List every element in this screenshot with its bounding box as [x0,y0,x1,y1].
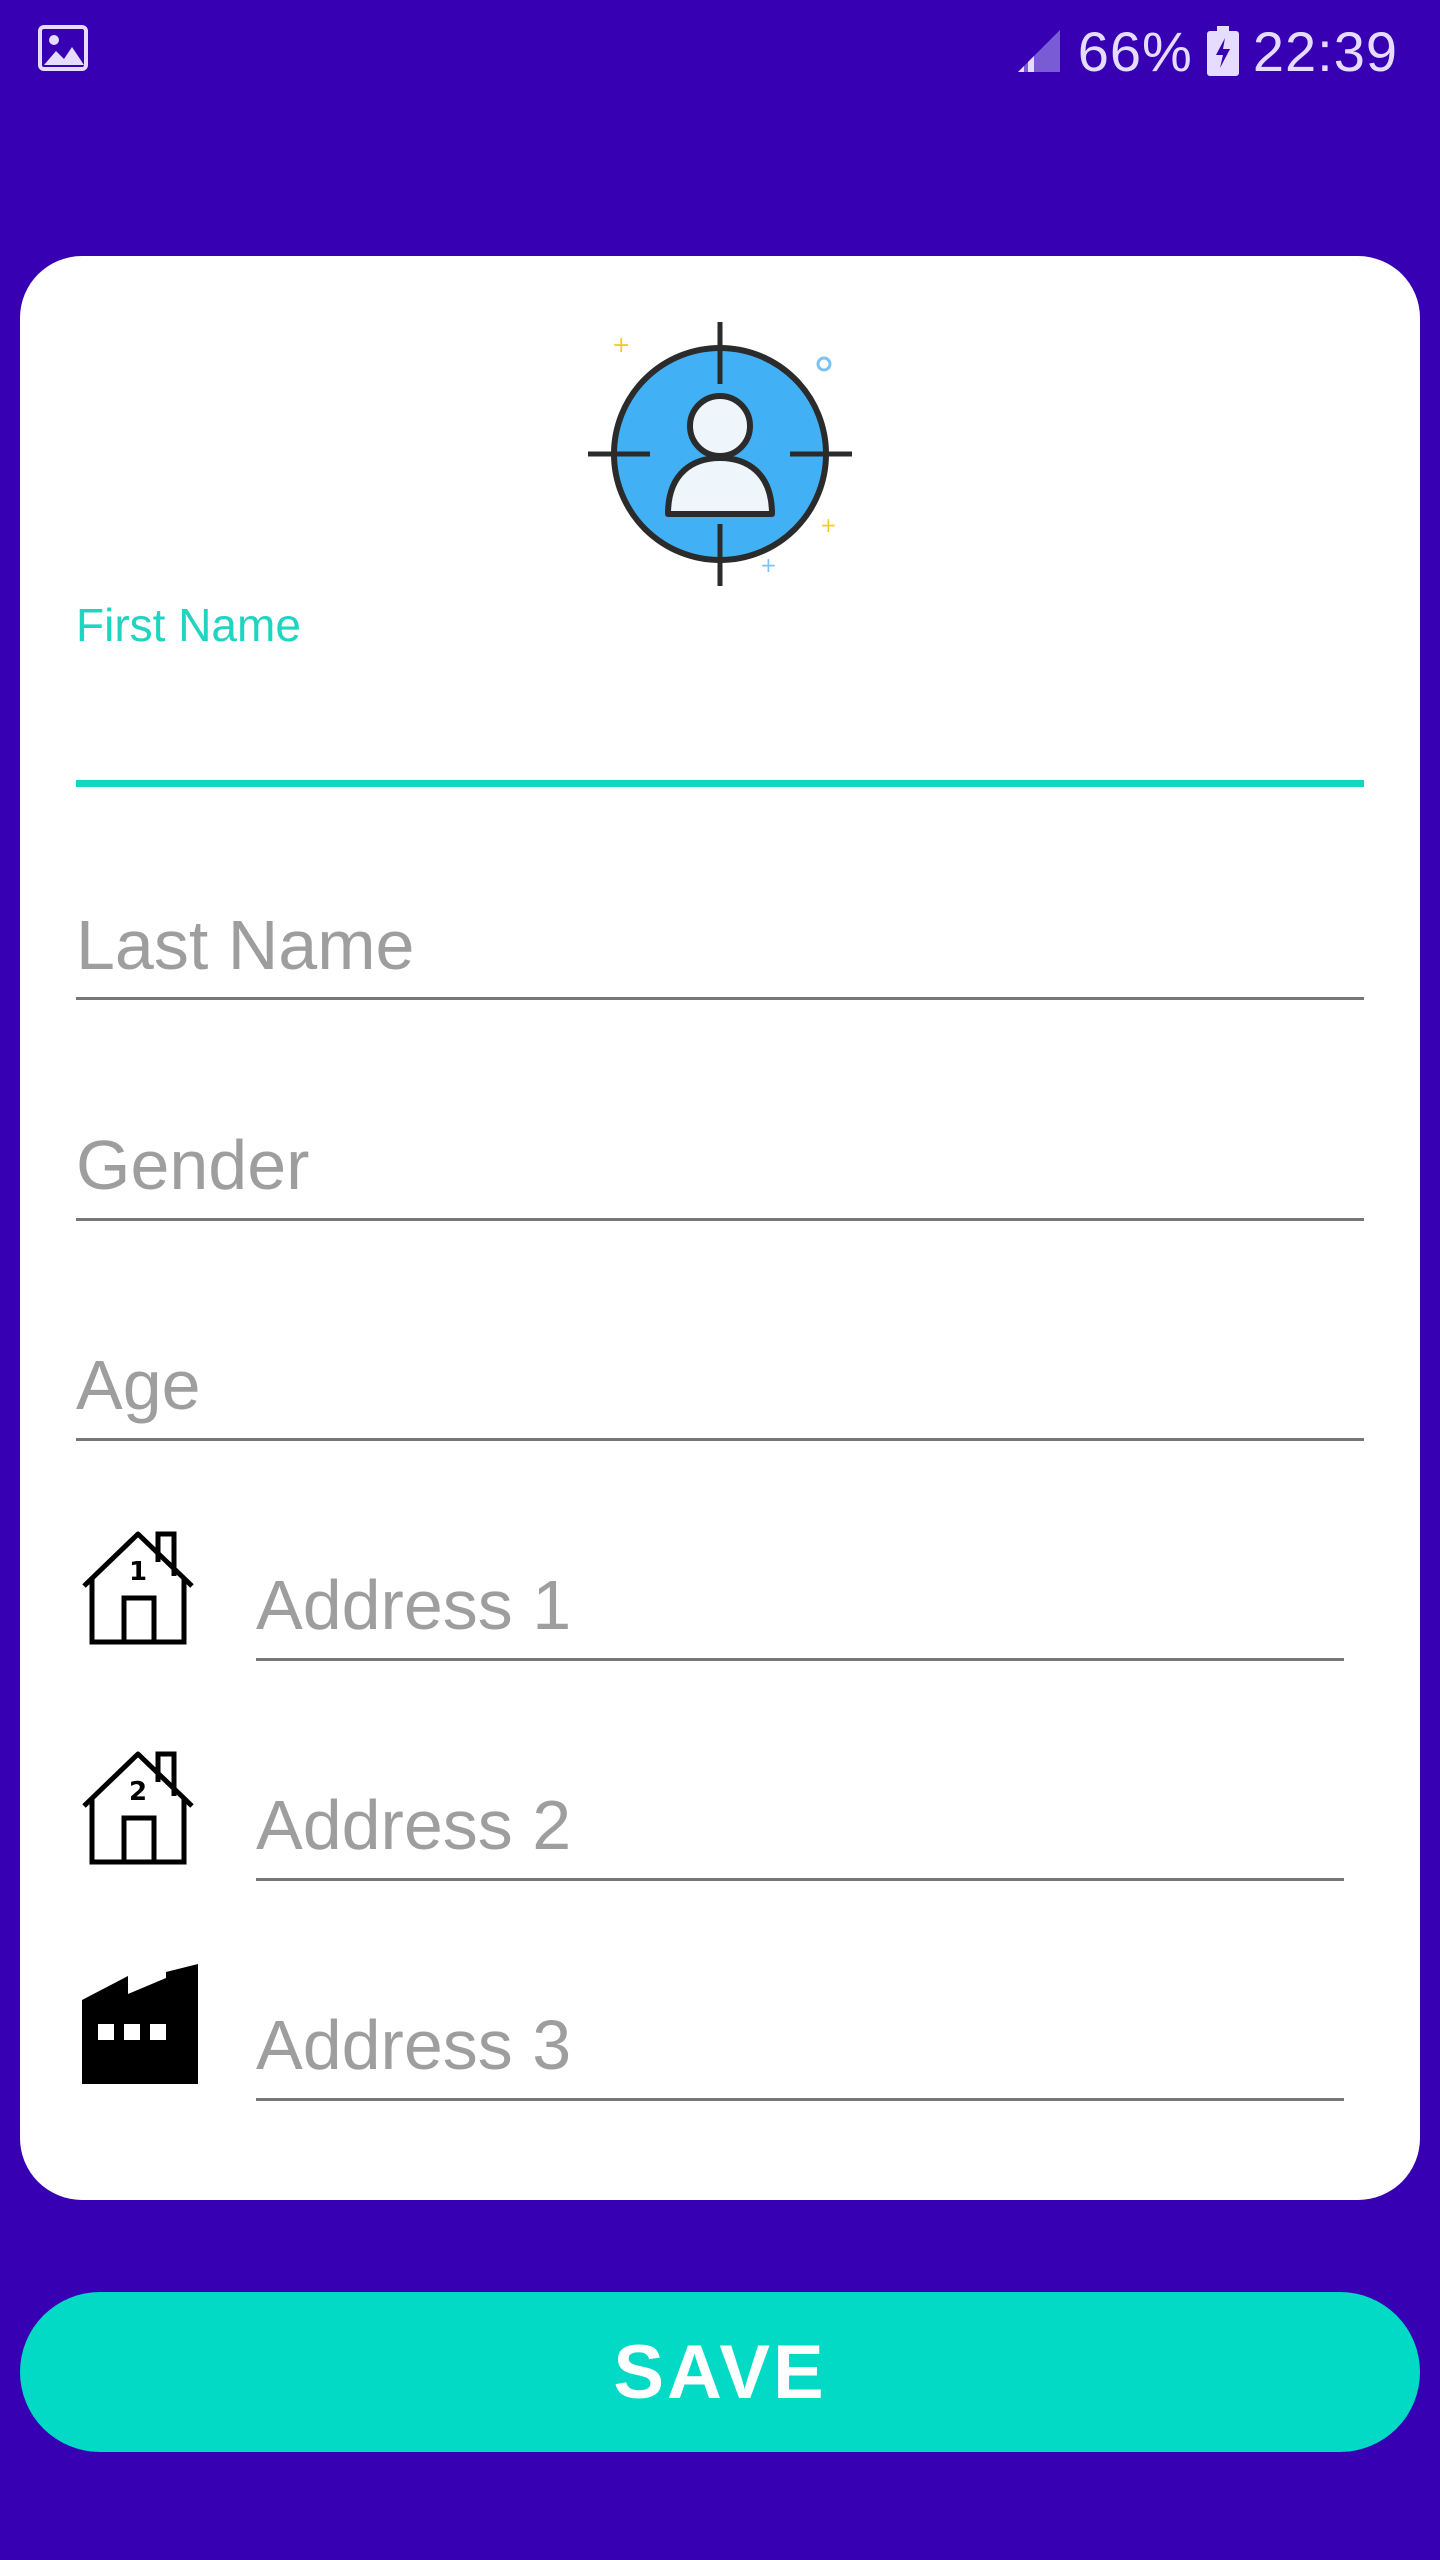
address-3-field[interactable]: Address 3 [256,2005,571,2085]
first-name-field[interactable] [76,780,1364,787]
house-1-icon: 1 [82,1531,194,1645]
address-1-underline [256,1658,1344,1661]
svg-text:+: + [760,553,777,577]
age-field[interactable]: Age [76,1345,201,1425]
gender-field[interactable]: Gender [76,1125,309,1205]
gender-underline [76,1218,1364,1221]
house-2-icon: 2 [82,1751,194,1865]
last-name-field[interactable]: Last Name [76,905,414,985]
address-1-field[interactable]: Address 1 [256,1565,571,1645]
address-3-underline [256,2098,1344,2101]
status-bar: 66% 22:39 [0,0,1440,100]
svg-text:1: 1 [129,1557,147,1587]
address-2-underline [256,1878,1344,1881]
svg-text:+: + [820,513,837,537]
svg-text:2: 2 [129,1777,147,1807]
user-target-icon[interactable]: + + + [588,322,852,586]
age-underline [76,1438,1364,1441]
factory-icon [82,1964,198,2084]
image-icon [38,25,88,71]
last-name-underline [76,997,1364,1000]
battery-percent: 66% [1077,19,1193,83]
svg-text:+: + [612,333,630,358]
address-2-field[interactable]: Address 2 [256,1785,571,1865]
clock: 22:39 [1252,19,1398,83]
signal-icon [1017,30,1060,72]
save-button[interactable]: SAVE [20,2292,1420,2452]
battery-charging-icon [1206,26,1239,76]
first-name-label: First Name [76,599,301,651]
